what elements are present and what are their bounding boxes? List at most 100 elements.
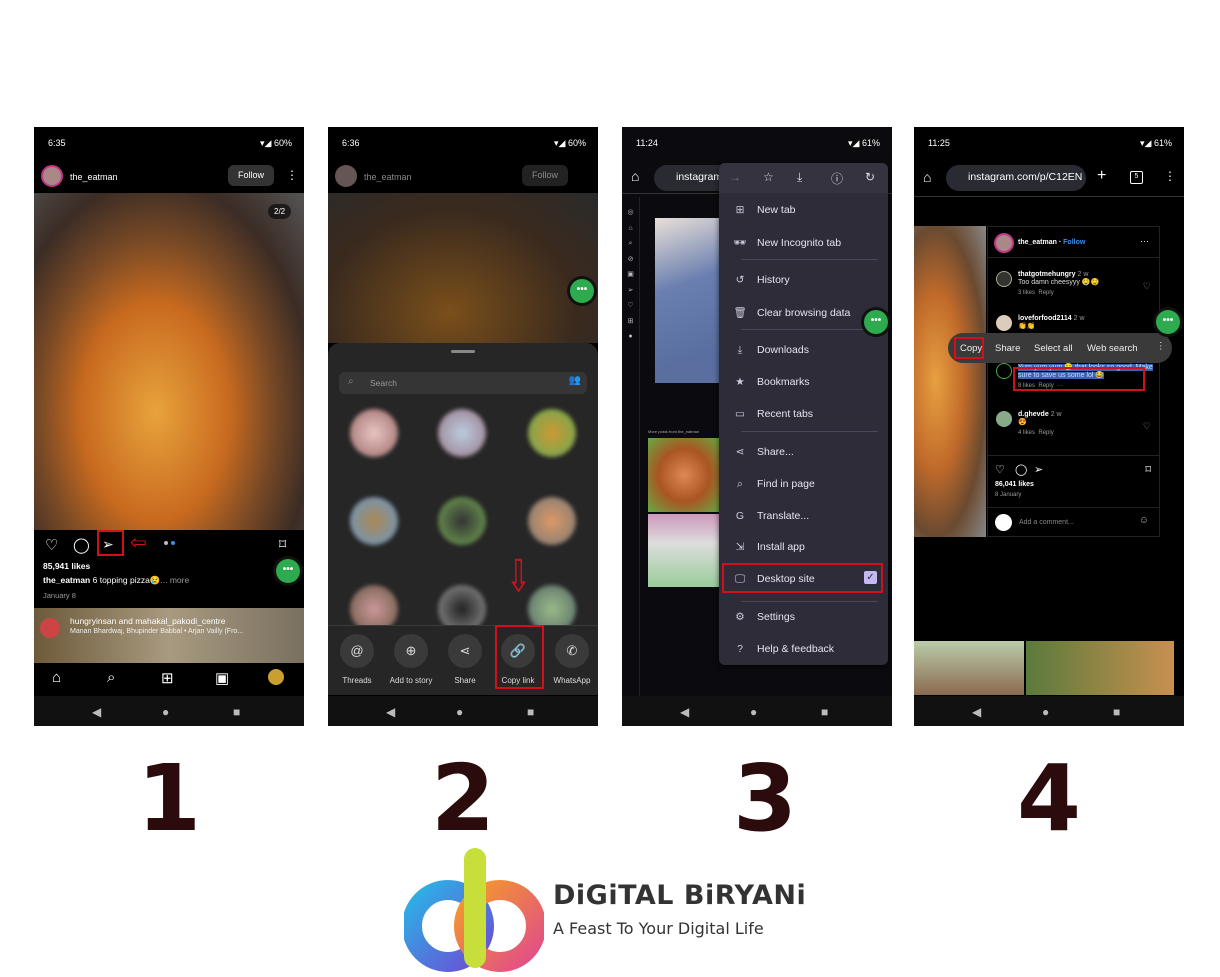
- emoji-icon[interactable]: ☺: [1139, 515, 1149, 526]
- home-button-icon[interactable]: ●: [162, 705, 169, 719]
- comment: thatgotmehungry 2 w Too damn cheesyyy 🤤🤤 3…: [996, 271, 1099, 296]
- comment-icon[interactable]: ◯: [73, 536, 90, 554]
- contact-avatar[interactable]: [528, 409, 576, 457]
- grid-post-image[interactable]: [1026, 641, 1174, 695]
- home-button-icon[interactable]: ●: [750, 705, 757, 719]
- heart-icon[interactable]: ♡: [995, 463, 1005, 476]
- create-icon[interactable]: ⊞: [161, 669, 174, 687]
- recents-icon[interactable]: ■: [233, 705, 240, 719]
- menu-item-new-tab[interactable]: ⊞ New tab: [731, 204, 796, 216]
- next-post[interactable]: hungryinsan and mahakal_pakodi_centre Ma…: [34, 608, 304, 663]
- download-icon[interactable]: ⤓: [797, 170, 802, 185]
- floating-menu-button[interactable]: •••: [864, 310, 888, 334]
- brand-tagline: A Feast To Your Digital Life: [553, 919, 764, 938]
- reply-link[interactable]: Reply: [1038, 430, 1053, 436]
- select-all-button[interactable]: Select all: [1034, 343, 1073, 354]
- grid-post-image[interactable]: [648, 514, 720, 587]
- back-icon[interactable]: ◀: [972, 705, 981, 719]
- post-image[interactable]: [655, 218, 725, 383]
- tab-switcher[interactable]: 5: [1130, 171, 1143, 184]
- next-post-subtitle: Manan Bhardwaj, Bhupinder Babbal • Arjan…: [70, 628, 244, 635]
- menu-item-install-app[interactable]: ⇲ Install app: [731, 541, 805, 553]
- grid-post-image[interactable]: [914, 641, 1024, 695]
- share-icon: ⋖: [448, 634, 482, 668]
- back-icon[interactable]: ◀: [92, 705, 101, 719]
- share-option-whatsapp[interactable]: ✆ WhatsApp: [545, 634, 598, 685]
- menu-item-history[interactable]: ↺ History: [731, 274, 790, 286]
- share-option-threads[interactable]: @ Threads: [330, 634, 384, 685]
- reels-icon[interactable]: ▣: [215, 669, 229, 687]
- bookmark-icon[interactable]: ⌑: [1145, 463, 1151, 476]
- menu-item-clear-browsing-data[interactable]: 🗑 Clear browsing data: [731, 306, 850, 319]
- menu-item-translate[interactable]: G Translate...: [731, 510, 809, 522]
- bookmark-icon[interactable]: ⌑: [279, 536, 286, 553]
- share-option-share[interactable]: ⋖ Share: [438, 634, 492, 685]
- search-icon[interactable]: ⌕: [107, 669, 115, 686]
- contact-avatar[interactable]: [350, 409, 398, 457]
- share-option-add-to-story[interactable]: ⊕ Add to story: [384, 634, 438, 685]
- refresh-icon[interactable]: ↻: [865, 170, 875, 184]
- status-battery: ▾◢ 61%: [1140, 138, 1172, 148]
- more-icon[interactable]: ···: [1140, 236, 1149, 246]
- recents-icon[interactable]: ■: [527, 705, 534, 719]
- menu-item-find-in-page[interactable]: ⌕ Find in page: [731, 478, 815, 491]
- menu-item-share[interactable]: ⋖ Share...: [731, 446, 794, 458]
- bottom-nav: ⌂ ⌕ ⊞ ▣: [34, 663, 304, 696]
- home-button-icon[interactable]: ●: [456, 705, 463, 719]
- contact-avatar[interactable]: [350, 497, 398, 545]
- username[interactable]: the_eatman: [70, 172, 118, 182]
- contact-avatar[interactable]: [438, 409, 486, 457]
- like-comment-icon[interactable]: ♡: [1143, 421, 1151, 432]
- web-search-button[interactable]: Web search: [1087, 343, 1138, 354]
- add-people-icon[interactable]: 👥: [569, 375, 581, 386]
- home-button-icon[interactable]: ●: [1042, 705, 1049, 719]
- follow-button[interactable]: Follow: [228, 165, 274, 186]
- back-icon[interactable]: ◀: [680, 705, 689, 719]
- contact-avatar[interactable]: [438, 497, 486, 545]
- reply-link[interactable]: Reply: [1038, 290, 1053, 296]
- recents-icon[interactable]: ■: [821, 705, 828, 719]
- more-icon[interactable]: ⋮: [1164, 169, 1176, 183]
- threads-icon: @: [340, 634, 374, 668]
- follow-link[interactable]: Follow: [1063, 239, 1085, 246]
- menu-item-help-feedback[interactable]: ? Help & feedback: [731, 643, 834, 655]
- back-icon[interactable]: ◀: [386, 705, 395, 719]
- floating-menu-button[interactable]: •••: [1156, 310, 1180, 334]
- new-tab-icon[interactable]: +: [1097, 167, 1106, 185]
- floating-menu-button[interactable]: •••: [570, 279, 594, 303]
- comment-input[interactable]: Add a comment...: [1019, 519, 1074, 526]
- address-bar[interactable]: instagram.com/p/C12EN: [946, 165, 1086, 191]
- menu-item-recent-tabs[interactable]: ▭ Recent tabs: [731, 408, 813, 420]
- home-icon[interactable]: ⌂: [631, 168, 639, 184]
- profile-avatar[interactable]: [268, 669, 284, 685]
- grid-post-image[interactable]: [648, 438, 720, 512]
- home-icon[interactable]: ⌂: [52, 669, 61, 686]
- heart-icon[interactable]: ♡: [45, 536, 58, 554]
- recents-icon[interactable]: ■: [1113, 705, 1120, 719]
- share-options-bar: @ Threads ⊕ Add to story ⋖ Share 🔗 Copy link…: [328, 625, 598, 695]
- avatar: [995, 514, 1012, 531]
- home-icon[interactable]: ⌂: [923, 169, 931, 185]
- comment-icon[interactable]: ◯: [1015, 463, 1027, 476]
- forward-icon[interactable]: →: [729, 170, 741, 184]
- avatar[interactable]: [41, 165, 63, 187]
- drag-handle[interactable]: [451, 350, 475, 353]
- highlight-box: [954, 337, 984, 359]
- avatar[interactable]: [994, 233, 1014, 253]
- menu-item-new-incognito-tab[interactable]: 🕶 New Incognito tab: [731, 236, 841, 249]
- menu-item-downloads[interactable]: ⤓ Downloads: [731, 344, 809, 357]
- more-link[interactable]: ... more: [160, 575, 189, 585]
- more-icon[interactable]: ⋮: [1156, 341, 1166, 352]
- bookmark-star-icon[interactable]: ☆: [763, 170, 774, 184]
- search-input[interactable]: ⌕ Search 👥: [339, 372, 587, 394]
- floating-menu-button[interactable]: •••: [276, 559, 300, 583]
- contact-avatar[interactable]: [528, 497, 576, 545]
- status-time: 6:35: [48, 138, 66, 148]
- more-icon[interactable]: ⋮: [286, 168, 298, 182]
- like-comment-icon[interactable]: ♡: [1143, 281, 1151, 292]
- menu-item-bookmarks[interactable]: ★ Bookmarks: [731, 376, 809, 388]
- info-icon[interactable]: ⓘ: [831, 170, 843, 187]
- menu-item-settings[interactable]: ⚙ Settings: [731, 611, 795, 623]
- share-send-icon[interactable]: ➢: [1034, 463, 1043, 476]
- share-button[interactable]: Share: [995, 343, 1020, 354]
